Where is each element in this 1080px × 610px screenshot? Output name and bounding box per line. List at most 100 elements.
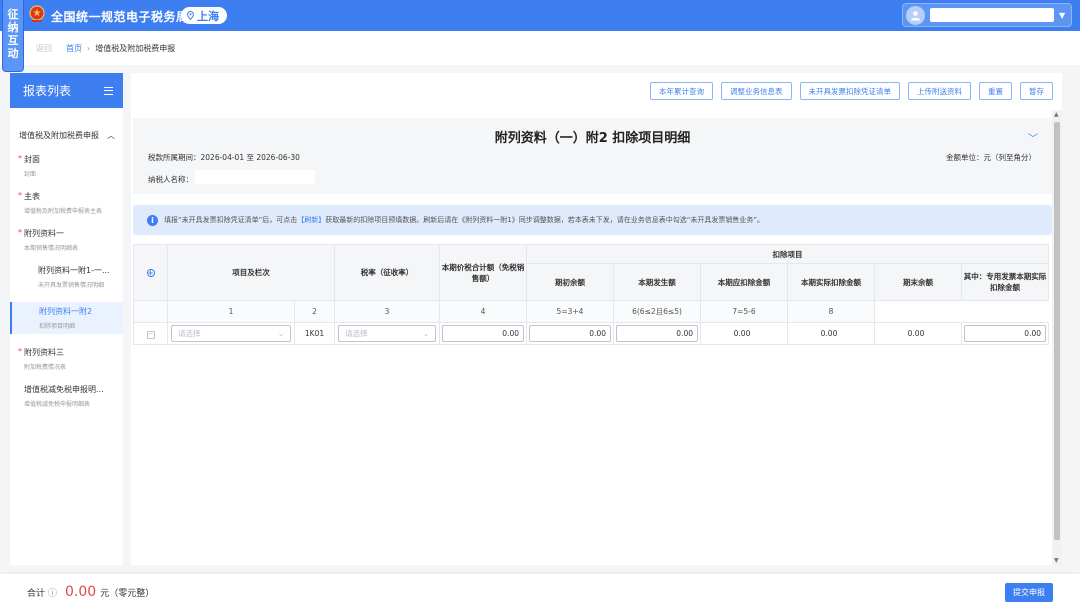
adjust-business-info-button[interactable]: 调整业务信息表 — [721, 82, 792, 100]
total-cell: 0.00 — [439, 322, 527, 345]
sidebar-item-label: 封面 — [24, 155, 40, 164]
col-header-deduction-group: 扣除项目 — [526, 244, 1049, 264]
total-amount-text: 元（零元整） — [100, 588, 155, 599]
upload-attachments-button[interactable]: 上传附送资料 — [908, 82, 971, 100]
tax-interaction-tab[interactable]: 征 纳 互 动 — [2, 0, 24, 72]
footer-bar: 合计 ⓘ 0.00 元（零元整） 提交申报 — [0, 574, 1080, 610]
special-invoice-deduction-input[interactable]: 0.00 — [964, 325, 1046, 342]
national-emblem-icon — [29, 5, 45, 22]
column-number: 8 — [787, 300, 875, 323]
save-draft-button[interactable]: 暂存 — [1020, 82, 1053, 100]
add-row-icon[interactable]: + — [146, 269, 155, 277]
taxpayer-name-value — [195, 170, 315, 184]
refresh-link[interactable]: 【刷新】 — [297, 215, 325, 225]
add-row-cell: + — [133, 244, 168, 301]
report-list-title: 报表列表 — [23, 84, 72, 98]
chevron-down-icon: ⌄ — [277, 329, 284, 338]
sidebar-item-vat-exemption[interactable]: 增值税减免税申报明... 增值税减免税申报明细表 — [10, 384, 123, 408]
vertical-scrollbar[interactable]: ▲ ▼ — [1052, 110, 1062, 565]
menu-toggle-icon[interactable] — [104, 86, 113, 95]
actual-deduction-amount: 0.00 — [787, 322, 875, 345]
tax-period: 税款所属期间：2026-04-01 至 2026-06-30 — [148, 152, 300, 163]
report-list-header: 报表列表 — [10, 73, 123, 108]
report-list-sidebar: 报表列表 增值税及附加税费申报 ︿ 封面 封面 主表 增值税及附加税费申报表主表… — [10, 73, 123, 565]
col-header-special: 其中：专用发票本期实际扣除金额 — [961, 263, 1049, 301]
item-select-placeholder: 请选择 — [178, 329, 201, 338]
scroll-up-icon[interactable]: ▲ — [1054, 111, 1059, 118]
uninvoiced-deduction-list-button[interactable]: 未开具发票扣除凭证清单 — [799, 82, 900, 100]
total-amount-input[interactable]: 0.00 — [442, 325, 524, 342]
breadcrumb-separator: › — [87, 43, 91, 53]
column-number: 2 — [294, 300, 335, 323]
column-number: 6(6≤2且6≤5) — [613, 300, 701, 323]
info-icon: i — [147, 214, 158, 226]
sidebar-item-label: 增值税减免税申报明... — [24, 385, 104, 394]
rate-select-cell: 请选择 ⌄ — [334, 322, 440, 345]
top-header: 全国统一规范电子税务局 上海 ▼ — [0, 0, 1080, 31]
current-cell: 0.00 — [613, 322, 701, 345]
sidebar-item-main-table[interactable]: 主表 增值税及附加税费申报表主表 — [10, 191, 123, 215]
sidebar-item-sublabel: 增值税减免税申报明细表 — [24, 401, 91, 408]
breadcrumb: 返回 首页 › 增值税及附加税费申报 — [0, 31, 1080, 65]
row-code: 1K01 — [294, 322, 335, 345]
closing-balance: 0.00 — [874, 322, 962, 345]
chevron-down-icon: ⌄ — [422, 329, 429, 338]
column-number: 1 — [167, 300, 295, 323]
sidebar-item-schedule-3[interactable]: 附列资料三 附加税费情况表 — [10, 347, 123, 371]
sidebar-item-label: 附列资料一 — [24, 229, 64, 238]
side-tab-char: 征 — [7, 8, 19, 21]
rate-select-placeholder: 请选择 — [345, 329, 368, 338]
deductible-amount: 0.00 — [700, 322, 788, 345]
scrollbar-thumb[interactable] — [1054, 122, 1060, 540]
notice-text-2: 获取最新的扣除项目预填数据。刷新后请在《附列资料一附1》同步调整数据，若本表未下… — [325, 216, 764, 224]
opening-balance-input[interactable]: 0.00 — [529, 325, 611, 342]
remove-row-cell: − — [133, 322, 168, 345]
sidebar-item-sublabel: 附加税费情况表 — [24, 364, 67, 371]
form-panel: 本年累计查询 调整业务信息表 未开具发票扣除凭证清单 上传附送资料 重置 暂存 … — [131, 73, 1062, 565]
user-avatar-icon — [906, 5, 925, 25]
back-link[interactable]: 返回 — [36, 43, 52, 54]
column-number-blank — [133, 300, 168, 323]
reset-button[interactable]: 重置 — [979, 82, 1012, 100]
current-amount-input[interactable]: 0.00 — [616, 325, 698, 342]
total-amount: 0.00 — [65, 584, 97, 600]
column-number: 4 — [439, 300, 527, 323]
scroll-down-icon[interactable]: ▼ — [1054, 557, 1059, 564]
col-header-actual: 本期实际扣除金额 — [787, 263, 875, 301]
sidebar-item-sublabel: 封面 — [24, 171, 37, 178]
sidebar-item-sublabel: 未开具发票销售情况明细 — [38, 282, 105, 289]
breadcrumb-home-link[interactable]: 首页 — [66, 43, 82, 54]
opening-cell: 0.00 — [526, 322, 614, 345]
region-label: 上海 — [197, 9, 219, 23]
info-circle-icon[interactable]: ⓘ — [48, 586, 57, 599]
rate-select[interactable]: 请选择 ⌄ — [338, 325, 436, 342]
region-selector[interactable]: 上海 — [181, 7, 227, 24]
col-header-rate: 税率（征收率） — [334, 244, 440, 301]
chevron-down-icon[interactable]: ﹀ — [1028, 130, 1038, 145]
col-header-closing: 期末余额 — [874, 263, 962, 301]
side-tab-char: 纳 — [7, 21, 19, 34]
report-group-vat[interactable]: 增值税及附加税费申报 ︿ — [10, 130, 123, 141]
column-number: 3 — [334, 300, 440, 323]
breadcrumb-current: 增值税及附加税费申报 — [95, 43, 176, 53]
sidebar-item-cover[interactable]: 封面 封面 — [10, 154, 123, 178]
deduction-table: + 项目及栏次 税率（征收率） 本期价税合计额（免税销售额） 扣除项目 期初余额… — [133, 244, 1049, 345]
side-tab-char: 互 — [7, 34, 19, 47]
tax-period-value: 2026-04-01 至 2026-06-30 — [200, 153, 300, 162]
sidebar-item-schedule-1-att-1[interactable]: 附列资料一附1-一... 未开具发票销售情况明细 — [10, 265, 123, 289]
col-header-total: 本期价税合计额（免税销售额） — [439, 244, 527, 301]
notice-text-1: 填报“未开具发票扣除凭证清单”后，可点击 — [164, 216, 298, 224]
user-menu[interactable]: ▼ — [902, 3, 1072, 27]
sidebar-item-schedule-1[interactable]: 附列资料一 本期销售情况明细表 — [10, 228, 123, 252]
remove-row-icon[interactable]: − — [146, 330, 155, 339]
sidebar-item-sublabel: 扣除项目明细 — [39, 323, 76, 330]
total-label: 合计 — [27, 588, 46, 599]
item-select[interactable]: 请选择 ⌄ — [171, 325, 291, 342]
submit-declaration-button[interactable]: 提交申报 — [1005, 583, 1053, 602]
user-name-field — [930, 8, 1054, 22]
annual-cumulative-query-button[interactable]: 本年累计查询 — [650, 82, 713, 100]
sidebar-item-schedule-1-att-2[interactable]: 附列资料一附2 扣除项目明细 — [10, 302, 123, 334]
sidebar-item-sublabel: 本期销售情况明细表 — [24, 245, 79, 252]
toolbar: 本年累计查询 调整业务信息表 未开具发票扣除凭证清单 上传附送资料 重置 暂存 — [650, 82, 1053, 100]
column-number: 5=3+4 — [526, 300, 614, 323]
